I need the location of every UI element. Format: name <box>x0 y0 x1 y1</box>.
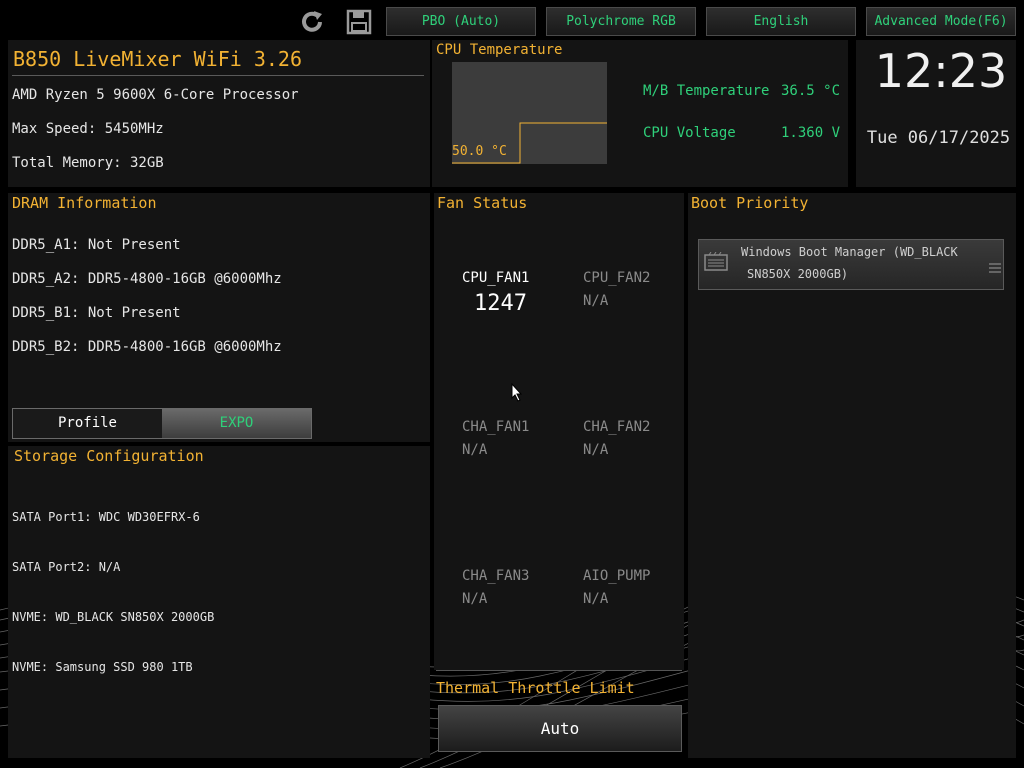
cpu-temperature-title: CPU Temperature <box>436 42 563 58</box>
mb-temperature-label: M/B Temperature <box>643 83 770 99</box>
fan-status-title: Fan Status <box>437 194 528 212</box>
boot-item-windows[interactable]: Windows Boot Manager (WD_BLACK SN850X 20… <box>698 239 1004 290</box>
boot-priority-panel: Boot Priority Windows Boot Manager (WD_B… <box>688 193 1016 758</box>
storage-panel: Storage Configuration <box>8 446 430 758</box>
thermal-throttle-button[interactable]: Auto <box>438 705 682 752</box>
title-divider <box>12 75 424 76</box>
clock-panel: 12:23 Tue 06/17/2025 <box>856 40 1016 187</box>
fan-name-cpu-fan2: CPU_FAN2 <box>583 270 651 286</box>
fan-value-cpu-fan1: 1247 <box>474 291 527 316</box>
fan-status-panel: Fan Status CPU_FAN1 1247 CPU_FAN2 N/A CH… <box>434 193 684 670</box>
mb-temperature-value: 36.5 °C <box>781 83 841 99</box>
dram-slot-b2: DDR5_B2: DDR5-4800-16GB @6000Mhz <box>12 339 282 355</box>
advanced-mode-button[interactable]: Advanced Mode(F6) <box>866 7 1016 36</box>
total-memory: Total Memory: 32GB <box>12 155 164 171</box>
dram-panel: DRAM Information DDR5_A1: Not Present DD… <box>8 193 430 442</box>
storage-title: Storage Configuration <box>14 447 204 465</box>
storage-sata-port2: SATA Port2: N/A <box>12 560 121 574</box>
dram-slot-b1: DDR5_B1: Not Present <box>12 305 181 321</box>
expo-option[interactable]: EXPO <box>162 409 311 438</box>
dram-title: DRAM Information <box>12 194 157 212</box>
system-info-panel: B850 LiveMixer WiFi 3.26 AMD Ryzen 5 960… <box>8 40 430 187</box>
dram-slot-a1: DDR5_A1: Not Present <box>12 237 181 253</box>
fan-value-cha-fan1: N/A <box>462 442 488 458</box>
clock-date: Tue 06/17/2025 <box>866 128 1011 148</box>
fan-value-cha-fan2: N/A <box>583 442 609 458</box>
cpu-voltage-label: CPU Voltage <box>643 125 736 141</box>
cpu-temperature-value: 50.0 °C <box>452 144 507 159</box>
storage-sata-port1: SATA Port1: WDC WD30EFRX-6 <box>12 510 200 524</box>
max-speed: Max Speed: 5450MHz <box>12 121 164 137</box>
boot-item-label-line1: Windows Boot Manager (WD_BLACK <box>741 245 958 259</box>
fan-value-aio-pump: N/A <box>583 591 609 607</box>
mouse-cursor-icon <box>511 382 523 406</box>
clock-time: 12:23 <box>874 44 1008 98</box>
storage-nvme-1: NVME: WD_BLACK SN850X 2000GB <box>12 610 215 624</box>
profile-label[interactable]: Profile <box>13 409 162 438</box>
fan-name-cpu-fan1: CPU_FAN1 <box>462 270 530 286</box>
cpu-name: AMD Ryzen 5 9600X 6-Core Processor <box>12 87 299 103</box>
cpu-voltage-value: 1.360 V <box>781 125 841 141</box>
cpu-temperature-graph: 50.0 °C <box>452 62 607 164</box>
profile-toggle[interactable]: Profile EXPO <box>12 408 312 439</box>
language-button[interactable]: English <box>706 7 856 36</box>
drag-handle-icon[interactable] <box>989 258 1001 273</box>
fan-name-cha-fan2: CHA_FAN2 <box>583 419 651 435</box>
save-icon[interactable] <box>345 8 373 36</box>
cpu-temperature-panel: CPU Temperature 50.0 °C M/B Temperature … <box>432 40 848 187</box>
storage-nvme-2: NVME: Samsung SSD 980 1TB <box>12 660 193 674</box>
thermal-throttle-title: Thermal Throttle Limit <box>436 679 635 697</box>
fan-value-cha-fan3: N/A <box>462 591 488 607</box>
refresh-icon[interactable] <box>298 8 326 36</box>
fan-name-aio-pump: AIO_PUMP <box>583 568 651 584</box>
thermal-divider <box>436 670 682 671</box>
board-title: B850 LiveMixer WiFi 3.26 <box>13 47 302 71</box>
pbo-button[interactable]: PBO (Auto) <box>386 7 536 36</box>
drive-icon <box>704 251 728 276</box>
fan-name-cha-fan3: CHA_FAN3 <box>462 568 530 584</box>
dram-slot-a2: DDR5_A2: DDR5-4800-16GB @6000Mhz <box>12 271 282 287</box>
fan-value-cpu-fan2: N/A <box>583 293 609 309</box>
boot-item-label-line2: SN850X 2000GB) <box>747 267 849 281</box>
polychrome-rgb-button[interactable]: Polychrome RGB (OFF) <box>546 7 696 56</box>
boot-priority-title: Boot Priority <box>691 194 809 212</box>
fan-name-cha-fan1: CHA_FAN1 <box>462 419 530 435</box>
